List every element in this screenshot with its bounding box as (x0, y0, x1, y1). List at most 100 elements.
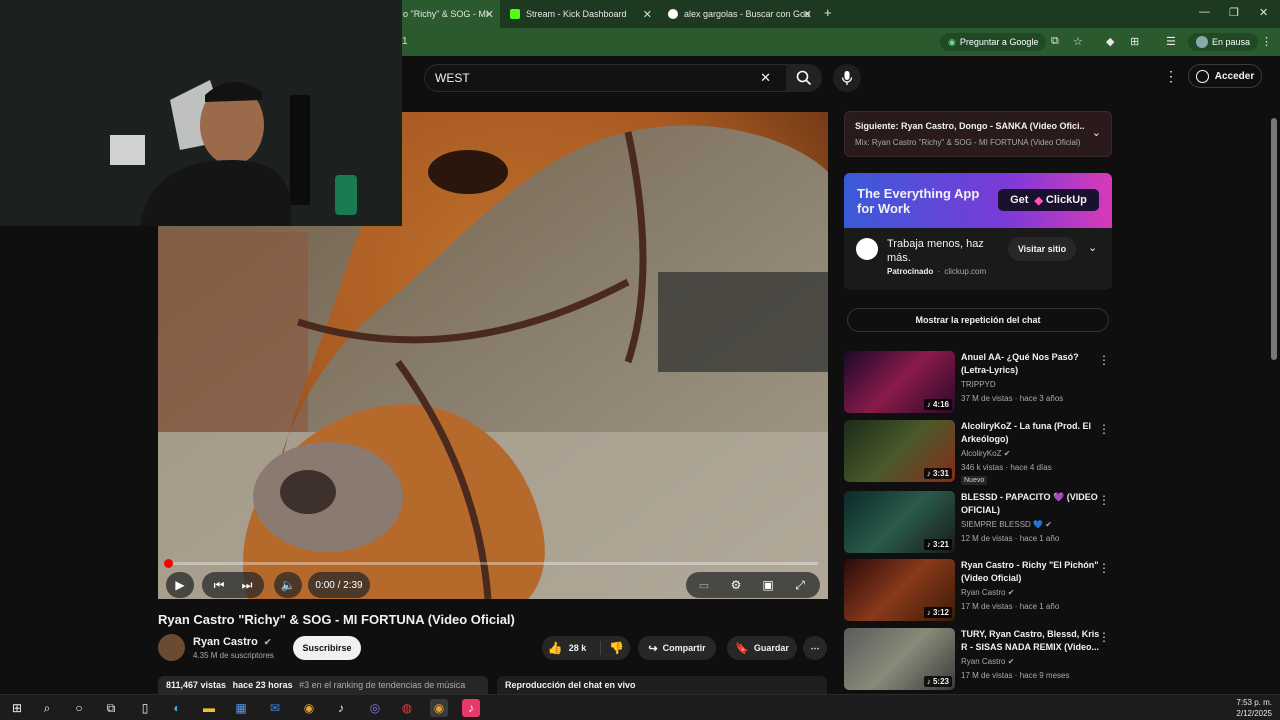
trending-rank[interactable]: #3 en el ranking de tendencias de música (299, 680, 465, 690)
voice-search-button[interactable] (833, 64, 861, 92)
subscribe-button[interactable]: Suscribirse (293, 636, 361, 660)
cortana-icon[interactable]: ○ (70, 699, 88, 717)
page-scrollbar[interactable] (1271, 118, 1277, 360)
task-view-icon[interactable]: ⧉ (102, 699, 120, 717)
thumbnail[interactable]: ♪ 3:31 (844, 420, 955, 482)
subtitles-icon[interactable]: ▭ (692, 572, 716, 598)
settings-kebab-icon[interactable]: ⋮ (1164, 68, 1178, 85)
visit-site-button[interactable]: Visitar sitio (1008, 237, 1076, 261)
more-options-icon[interactable]: ⋮ (1098, 561, 1110, 575)
recommendation-item[interactable]: ♪ 3:12 Ryan Castro - Richy "El Pichón" (… (844, 559, 1114, 623)
search-button[interactable] (786, 64, 822, 92)
close-icon[interactable]: ✕ (485, 8, 494, 21)
tab-google[interactable]: alex gargolas - Buscar con Goo ✕ (660, 0, 818, 28)
bookmark-star-icon[interactable]: ☆ (1073, 35, 1083, 48)
file-icon[interactable]: ▯ (136, 699, 154, 717)
more-actions-button[interactable]: ⋯ (803, 636, 827, 660)
windows-start-icon[interactable]: ⊞ (8, 699, 26, 717)
browser-menu-icon[interactable]: ⋮ (1261, 35, 1272, 48)
ad-domain: clickup.com (944, 267, 987, 276)
play-button[interactable]: ▶ (166, 572, 194, 598)
like-icon[interactable]: 👍 (548, 641, 563, 655)
share-button[interactable]: ↪ Compartir (638, 636, 716, 660)
thumbnail[interactable]: ♪ 3:12 (844, 559, 955, 621)
thumbnail[interactable]: ♪ 5:23 (844, 628, 955, 690)
fullscreen-icon[interactable]: ⤢ (788, 572, 812, 598)
thumbnail[interactable]: ♪ 4:16 (844, 351, 955, 413)
channel-name[interactable]: Ryan Castro ✔ (961, 657, 1014, 666)
recommendation-item[interactable]: ♪ 3:21 BLESSD - PAPACITO 💜 (VIDEO OFICIA… (844, 491, 1114, 555)
clear-search-icon[interactable]: ✕ (760, 70, 771, 86)
edge-icon[interactable]: ◐ (168, 699, 186, 717)
close-window-icon[interactable]: ✕ (1259, 6, 1268, 19)
store-icon[interactable]: ▦ (232, 699, 250, 717)
address-bar[interactable]: 1 (402, 36, 408, 47)
extension-gem-icon[interactable]: ◆ (1106, 35, 1114, 48)
new-tab-button[interactable]: + (824, 5, 832, 20)
save-button[interactable]: 🔖 Guardar (727, 636, 797, 660)
chevron-down-icon[interactable]: ⌄ (1088, 241, 1097, 254)
channel-name[interactable]: Ryan Castro ✔ (961, 588, 1014, 597)
next-icon[interactable]: ⏭ (236, 572, 258, 598)
chevron-down-icon[interactable]: ⌄ (1092, 126, 1101, 139)
file-explorer-icon[interactable]: ▬ (200, 699, 218, 717)
sponsored-ad[interactable]: The Everything App for Work Get ◆ ClickU… (844, 173, 1112, 290)
more-options-icon[interactable]: ⋮ (1098, 422, 1110, 436)
ask-google-button[interactable]: ◉ Preguntar a Google (940, 33, 1047, 51)
show-chat-replay-button[interactable]: Mostrar la repetición del chat (847, 308, 1109, 332)
profile-button[interactable]: En pausa (1188, 33, 1259, 51)
tab-label: Stream - Kick Dashboard (526, 9, 627, 19)
mail-icon[interactable]: ✉ (266, 699, 284, 717)
discord-icon[interactable]: ◎ (366, 699, 384, 717)
extensions-puzzle-icon[interactable]: ⊞ (1130, 35, 1139, 48)
settings-gear-icon[interactable]: ⚙ (724, 572, 748, 598)
system-clock[interactable]: 7:53 p. m. 2/12/2025 (1236, 697, 1272, 719)
progress-scrubber[interactable] (164, 559, 173, 568)
video-title[interactable]: AlcoliryKoZ - La funa (Prod. El Arkeólog… (961, 420, 1101, 446)
dislike-icon[interactable]: 👎 (600, 641, 624, 655)
channel-name[interactable]: AlcoliryKoZ ✔ (961, 449, 1010, 458)
tab-kick[interactable]: Stream - Kick Dashboard ✕ (502, 0, 658, 28)
minimize-icon[interactable]: — (1199, 6, 1210, 18)
previous-icon[interactable]: ⏮ (208, 572, 230, 598)
close-icon[interactable]: ✕ (803, 8, 812, 21)
tab-youtube[interactable]: o "Richy" & SOG - MI ✕ (402, 0, 500, 28)
chrome-active-icon[interactable]: ◉ (430, 699, 448, 717)
video-title[interactable]: BLESSD - PAPACITO 💜 (VIDEO OFICIAL) (961, 491, 1101, 517)
video-title[interactable]: Anuel AA- ¿Qué Nos Pasó? (Letra-Lyrics) (961, 351, 1101, 377)
install-icon[interactable]: ⧉ (1051, 35, 1059, 48)
obs-icon[interactable]: ◍ (398, 699, 416, 717)
volume-button[interactable]: 🔈 (274, 572, 302, 598)
duration-text: 3:21 (932, 540, 949, 549)
tab-search-icon[interactable]: ☰ (1166, 35, 1176, 48)
up-next-panel[interactable]: Siguiente: Ryan Castro, Dongo - SANKA (V… (844, 111, 1112, 157)
recommendation-item[interactable]: ♪ 5:23 TURY, Ryan Castro, Blessd, Kris R… (844, 628, 1114, 692)
more-options-icon[interactable]: ⋮ (1098, 630, 1110, 644)
theater-mode-icon[interactable]: ▣ (756, 572, 780, 598)
ad-banner-cta[interactable]: Get ◆ ClickUp (998, 189, 1099, 211)
sign-in-button[interactable]: Acceder (1188, 64, 1262, 88)
restore-icon[interactable]: ❐ (1229, 6, 1239, 19)
video-title[interactable]: Ryan Castro - Richy "El Pichón" (Video O… (961, 559, 1101, 585)
like-count[interactable]: 28 k (569, 643, 587, 653)
channel-name[interactable]: Ryan Castro ✔ (193, 636, 271, 648)
channel-name[interactable]: SIEMPRE BLESSD 💙 ✔ (961, 520, 1052, 529)
chrome-icon[interactable]: ◉ (300, 699, 318, 717)
video-title[interactable]: TURY, Ryan Castro, Blessd, Kris R - SISA… (961, 628, 1101, 654)
ad-banner[interactable]: The Everything App for Work Get ◆ ClickU… (844, 173, 1112, 228)
ad-banner-headline: The Everything App for Work (857, 186, 979, 216)
recommendation-item[interactable]: ♪ 3:31 AlcoliryKoZ - La funa (Prod. El A… (844, 420, 1114, 485)
channel-avatar[interactable] (158, 634, 185, 661)
search-input[interactable]: WEST ✕ (424, 64, 790, 92)
thumbnail[interactable]: ♪ 3:21 (844, 491, 955, 553)
more-options-icon[interactable]: ⋮ (1098, 493, 1110, 507)
ad-cta-text: Get (1010, 194, 1029, 206)
tiktok-icon[interactable]: ♪ (332, 699, 350, 717)
progress-bar[interactable] (168, 562, 818, 565)
tiktok-live-icon[interactable]: ♪ (462, 699, 480, 717)
channel-name[interactable]: TRIPPYD (961, 380, 996, 389)
recommendation-item[interactable]: ♪ 4:16 Anuel AA- ¿Qué Nos Pasó? (Letra-L… (844, 351, 1114, 415)
search-icon[interactable]: ⌕ (38, 699, 56, 717)
more-options-icon[interactable]: ⋮ (1098, 353, 1110, 367)
close-icon[interactable]: ✕ (643, 8, 652, 21)
